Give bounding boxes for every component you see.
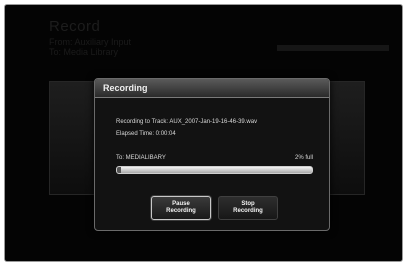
pause-button-label-line2: Recording: [166, 208, 196, 214]
background-status-bar: [277, 45, 389, 51]
recording-dialog: Recording Recording to Track: AUX_2007-J…: [94, 78, 330, 231]
pause-recording-button[interactable]: Pause Recording: [151, 196, 211, 220]
background-title: Record: [49, 18, 101, 35]
storage-progress-bar: [116, 166, 313, 174]
pause-button-label-line1: Pause: [172, 201, 190, 207]
elapsed-time-label: Elapsed Time: 0:00:04: [116, 131, 176, 137]
percent-full-label: 2% full: [294, 155, 313, 161]
track-name-label: Recording to Track: AUX_2007-Jan-19-16-4…: [116, 119, 258, 125]
stop-button-label-line1: Stop: [241, 201, 255, 207]
stop-button-label-line2: Recording: [233, 208, 263, 214]
background-source: From: Auxiliary Input: [49, 37, 132, 47]
dialog-title: Recording: [95, 79, 329, 98]
recording-screen: Record From: Auxiliary Input To: Media L…: [4, 4, 403, 262]
destination-label: To: MEDIALIBARY: [116, 155, 166, 161]
progress-bar-fill: [117, 167, 121, 173]
stop-recording-button[interactable]: Stop Recording: [218, 196, 278, 220]
background-destination: To: Media Library: [49, 47, 119, 57]
